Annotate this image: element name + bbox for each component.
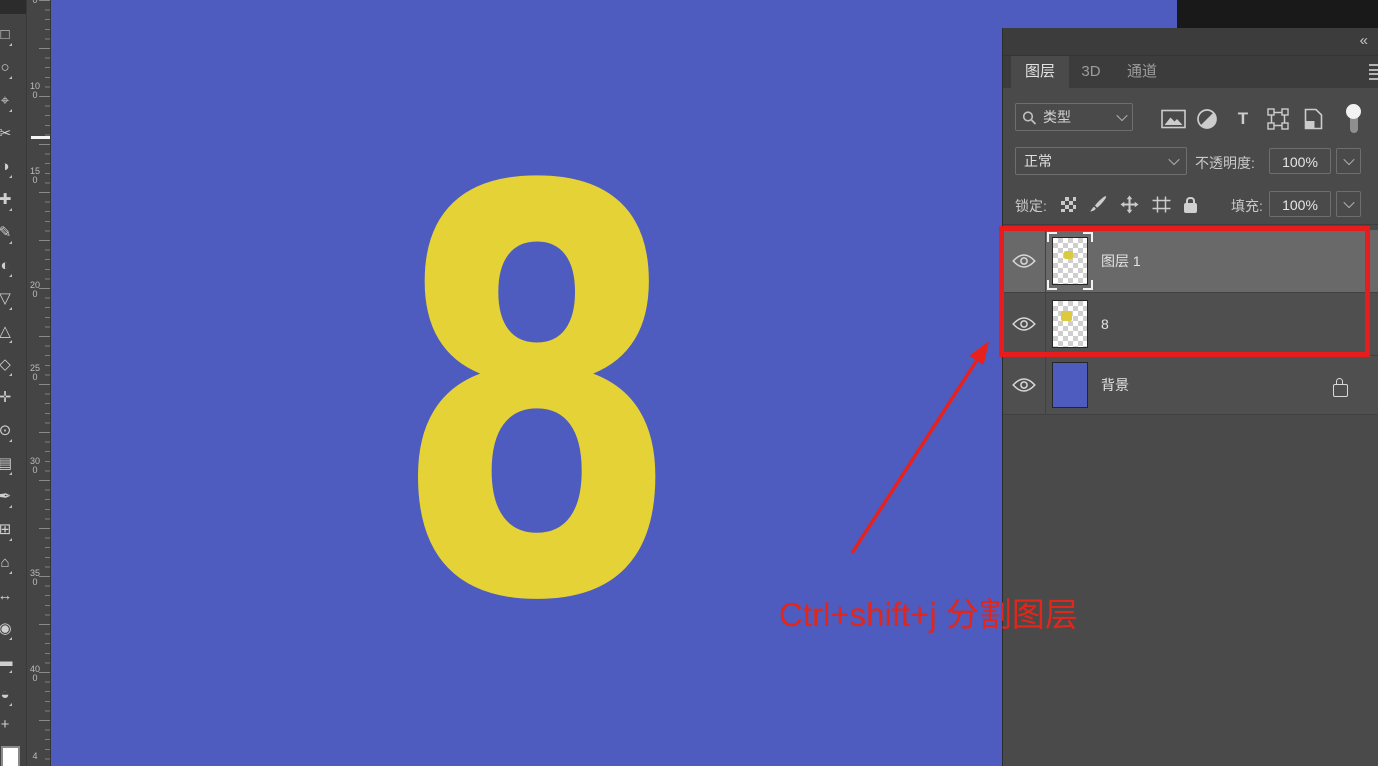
photoshop-window: 8 □ ○ ⌖ ✂ ◑ ✚ ✎ ◐ ▽ △ ◇ ✛ ⊙ ▤ ✒ ⊞ ⌂ ↔ ◉ ▬ ◒ + 0 100 150 200 250 30… — [0, 0, 1378, 766]
toolbar-top-shadow — [0, 0, 26, 14]
layer-row-background[interactable]: 背景 — [1003, 356, 1378, 415]
blend-mode-value: 正常 — [1024, 151, 1170, 171]
type-layer-filter-icon[interactable]: T — [1231, 108, 1255, 130]
lock-artboard-icon[interactable] — [1152, 196, 1171, 213]
tab-channels[interactable]: 通道 — [1113, 56, 1171, 88]
tool-icon[interactable]: △ — [0, 323, 16, 341]
shape-layer-filter-icon[interactable] — [1265, 108, 1291, 130]
filter-type-label: 类型 — [1043, 107, 1112, 127]
lock-all-icon[interactable] — [1184, 203, 1197, 213]
tool-icon[interactable]: ↔ — [0, 587, 16, 605]
panel-tabs: 图层 3D 通道 — [1003, 56, 1378, 88]
tool-icon[interactable]: ✂ — [0, 125, 16, 143]
lock-label: 锁定: — [1015, 196, 1047, 216]
tool-icon[interactable]: ◇ — [0, 356, 16, 374]
visibility-toggle[interactable] — [1003, 356, 1046, 414]
tab-layers[interactable]: 图层 — [1011, 56, 1069, 88]
layer-filter-search[interactable]: 类型 — [1015, 103, 1133, 131]
tool-icon[interactable]: ⊞ — [0, 521, 16, 539]
panel-header: « — [1003, 28, 1378, 56]
ruler-label: 350 — [30, 569, 40, 586]
blend-mode-dropdown[interactable]: 正常 — [1015, 147, 1187, 175]
annotation-highlight-rectangle — [999, 226, 1370, 357]
ruler-label: 4 — [30, 752, 40, 761]
tool-icon[interactable]: ▤ — [0, 455, 16, 473]
ruler-label: 200 — [30, 281, 40, 298]
vertical-ruler: 0 100 150 200 250 300 350 400 4 — [27, 0, 51, 766]
tool-icon[interactable]: + — [0, 716, 16, 734]
tool-icon[interactable]: ⌂ — [0, 554, 16, 572]
lock-transparent-pixels-icon[interactable] — [1061, 197, 1076, 212]
adjustment-layer-filter-icon[interactable] — [1195, 108, 1219, 130]
tool-icon[interactable]: ✛ — [0, 389, 16, 407]
ruler-label: 150 — [30, 167, 40, 184]
tool-icon[interactable]: ⌖ — [0, 92, 16, 110]
filter-toggle[interactable] — [1345, 104, 1363, 134]
canvas-digit-8: 8 — [393, 118, 608, 678]
chevron-down-icon — [1168, 154, 1179, 165]
opacity-dropdown-button[interactable] — [1336, 148, 1361, 174]
annotation-text: Ctrl+shift+j 分割图层 — [779, 588, 1078, 636]
lock-buttons — [1061, 192, 1197, 216]
panel-menu-icon[interactable] — [1369, 64, 1378, 82]
search-icon — [1022, 110, 1037, 125]
layers-panel: « 图层 3D 通道 类型 — [1002, 28, 1378, 766]
ruler-label: 100 — [30, 82, 40, 99]
tool-icon[interactable]: ✒ — [0, 488, 16, 506]
tool-icon[interactable]: ◉ — [0, 620, 16, 638]
tool-icon[interactable]: ◐ — [0, 257, 16, 275]
divider — [1003, 224, 1378, 225]
layer-thumbnail[interactable] — [1052, 362, 1088, 408]
lock-position-icon[interactable] — [1120, 195, 1139, 214]
window-background — [1177, 0, 1378, 28]
eye-icon — [1012, 377, 1036, 393]
collapse-panel-icon[interactable]: « — [1360, 32, 1367, 49]
ruler-label: 250 — [30, 364, 40, 381]
tool-icon[interactable]: ⊙ — [0, 422, 16, 440]
opacity-input[interactable]: 100% — [1269, 148, 1331, 174]
ruler-label: 400 — [30, 665, 40, 682]
ruler-label: 300 — [30, 457, 40, 474]
tools-toolbar: □ ○ ⌖ ✂ ◑ ✚ ✎ ◐ ▽ △ ◇ ✛ ⊙ ▤ ✒ ⊞ ⌂ ↔ ◉ ▬ ◒ + — [0, 0, 27, 766]
ruler-label: 0 — [30, 0, 40, 5]
tool-icon[interactable]: ✚ — [0, 191, 16, 209]
layer-name[interactable]: 背景 — [1101, 356, 1129, 414]
pixel-layer-filter-icon[interactable] — [1159, 108, 1187, 130]
lock-image-pixels-icon[interactable] — [1089, 195, 1107, 213]
tool-icon[interactable]: ◑ — [0, 158, 16, 176]
fill-dropdown-button[interactable] — [1336, 191, 1361, 217]
tool-icon[interactable]: □ — [0, 26, 16, 44]
chevron-down-icon — [1116, 110, 1127, 121]
layer-lock-icon — [1333, 384, 1348, 397]
tab-3d[interactable]: 3D — [1069, 56, 1113, 88]
foreground-color-swatch[interactable] — [1, 746, 20, 766]
fill-input[interactable]: 100% — [1269, 191, 1331, 217]
opacity-label: 不透明度: — [1195, 153, 1255, 173]
tool-icon[interactable]: ▽ — [0, 290, 16, 308]
tool-icon[interactable]: ○ — [0, 59, 16, 77]
fill-label: 填充: — [1231, 196, 1263, 216]
tool-icon[interactable]: ✎ — [0, 224, 16, 242]
ruler-cursor-marker — [31, 136, 50, 139]
tool-icon[interactable]: ▬ — [0, 653, 16, 671]
smart-object-filter-icon[interactable] — [1301, 108, 1325, 130]
tool-icon[interactable]: ◒ — [0, 686, 16, 704]
